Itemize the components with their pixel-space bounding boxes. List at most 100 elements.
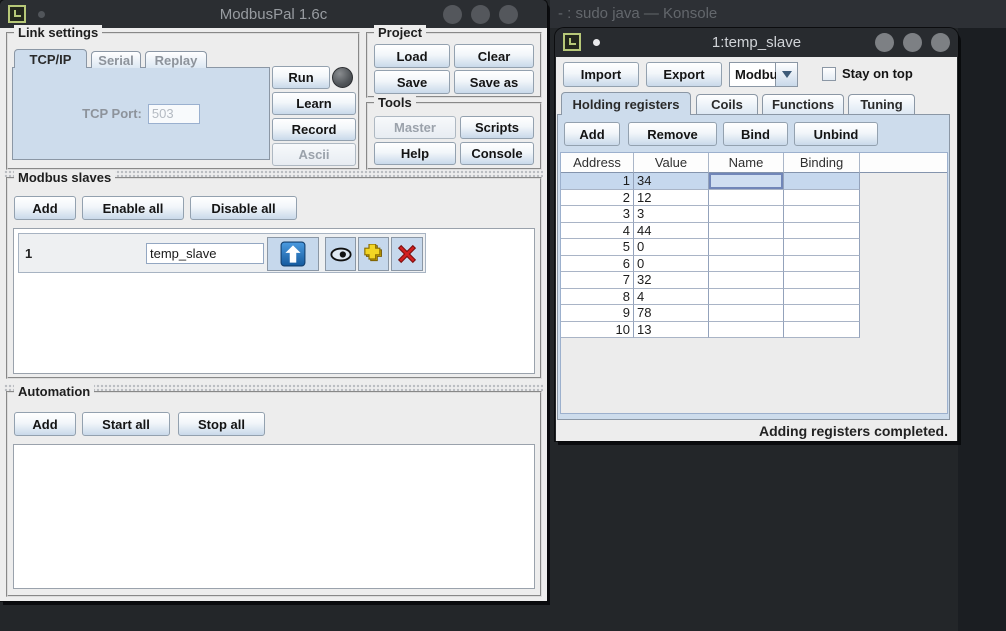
clear-button[interactable]: Clear bbox=[454, 44, 534, 68]
table-row[interactable]: 212 bbox=[561, 190, 947, 207]
help-button[interactable]: Help bbox=[374, 142, 456, 165]
register-table-scrollpane[interactable]: Address Value Name Binding 1342123344450… bbox=[560, 152, 948, 414]
tab-tcpip[interactable]: TCP/IP bbox=[14, 49, 87, 68]
slave-name-field[interactable] bbox=[146, 243, 264, 264]
cell-binding[interactable] bbox=[784, 305, 860, 322]
load-button[interactable]: Load bbox=[374, 44, 450, 68]
register-add-button[interactable]: Add bbox=[564, 122, 620, 146]
ascii-button[interactable]: Ascii bbox=[272, 143, 356, 166]
cell-value[interactable]: 3 bbox=[634, 206, 709, 223]
modbuspal-titlebar[interactable]: ModbusPal 1.6c bbox=[0, 0, 547, 28]
cell-value[interactable]: 78 bbox=[634, 305, 709, 322]
cell-binding[interactable] bbox=[784, 239, 860, 256]
cell-name[interactable] bbox=[709, 239, 784, 256]
window-button-close[interactable] bbox=[499, 5, 518, 24]
save-as-button[interactable]: Save as bbox=[454, 70, 534, 94]
automation-add-button[interactable]: Add bbox=[14, 412, 76, 436]
import-button[interactable]: Import bbox=[563, 62, 639, 87]
cell-value[interactable]: 0 bbox=[634, 256, 709, 273]
cell-name[interactable] bbox=[709, 256, 784, 273]
tab-functions[interactable]: Functions bbox=[762, 94, 844, 114]
table-row[interactable]: 444 bbox=[561, 223, 947, 240]
register-remove-button[interactable]: Remove bbox=[628, 122, 717, 146]
table-row[interactable]: 33 bbox=[561, 206, 947, 223]
tab-serial[interactable]: Serial bbox=[91, 51, 141, 68]
scripts-button[interactable]: Scripts bbox=[460, 116, 534, 139]
mode-combobox[interactable]: Modbus bbox=[729, 62, 776, 87]
column-header-address[interactable]: Address bbox=[561, 153, 634, 173]
cell-name[interactable] bbox=[709, 289, 784, 306]
cell-name[interactable] bbox=[709, 206, 784, 223]
window-button-maximize[interactable] bbox=[471, 5, 490, 24]
cell-binding[interactable] bbox=[784, 223, 860, 240]
table-row[interactable]: 732 bbox=[561, 272, 947, 289]
export-button[interactable]: Export bbox=[646, 62, 722, 87]
column-header-name[interactable]: Name bbox=[709, 153, 784, 173]
tab-coils[interactable]: Coils bbox=[696, 94, 758, 114]
save-button[interactable]: Save bbox=[374, 70, 450, 94]
table-row[interactable]: 60 bbox=[561, 256, 947, 273]
cell-value[interactable]: 32 bbox=[634, 272, 709, 289]
cell-name[interactable] bbox=[709, 190, 784, 207]
cell-address[interactable]: 6 bbox=[561, 256, 634, 273]
table-row[interactable]: 50 bbox=[561, 239, 947, 256]
slave-delete-button[interactable] bbox=[391, 237, 423, 271]
tab-holding-registers[interactable]: Holding registers bbox=[561, 92, 691, 115]
cell-binding[interactable] bbox=[784, 206, 860, 223]
table-row[interactable]: 1013 bbox=[561, 322, 947, 339]
cell-binding[interactable] bbox=[784, 190, 860, 207]
register-bind-button[interactable]: Bind bbox=[723, 122, 788, 146]
tab-replay[interactable]: Replay bbox=[145, 51, 207, 68]
cell-name[interactable] bbox=[709, 322, 784, 339]
slave-enabled-toggle[interactable] bbox=[267, 237, 319, 271]
cell-value[interactable]: 44 bbox=[634, 223, 709, 240]
slave-duplicate-button[interactable] bbox=[358, 237, 389, 271]
stay-on-top-checkbox[interactable] bbox=[822, 67, 836, 81]
cell-value[interactable]: 34 bbox=[634, 173, 709, 190]
cell-address[interactable]: 4 bbox=[561, 223, 634, 240]
run-button[interactable]: Run bbox=[272, 66, 330, 89]
cell-name[interactable] bbox=[709, 305, 784, 322]
register-table-header[interactable]: Address Value Name Binding bbox=[561, 153, 947, 173]
table-row[interactable]: 978 bbox=[561, 305, 947, 322]
table-row[interactable]: 84 bbox=[561, 289, 947, 306]
cell-address[interactable]: 3 bbox=[561, 206, 634, 223]
cell-binding[interactable] bbox=[784, 289, 860, 306]
table-row[interactable]: 134 bbox=[561, 173, 947, 190]
cell-binding[interactable] bbox=[784, 272, 860, 289]
cell-name[interactable] bbox=[709, 223, 784, 240]
master-button[interactable]: Master bbox=[374, 116, 456, 139]
start-all-button[interactable]: Start all bbox=[82, 412, 170, 436]
enable-all-button[interactable]: Enable all bbox=[82, 196, 184, 220]
register-unbind-button[interactable]: Unbind bbox=[794, 122, 878, 146]
window-button-minimize[interactable] bbox=[443, 5, 462, 24]
cell-name[interactable] bbox=[709, 272, 784, 289]
console-button[interactable]: Console bbox=[460, 142, 534, 165]
column-header-value[interactable]: Value bbox=[634, 153, 709, 173]
combobox-arrow-button[interactable] bbox=[776, 62, 798, 87]
cell-address[interactable]: 10 bbox=[561, 322, 634, 339]
cell-binding[interactable] bbox=[784, 256, 860, 273]
cell-address[interactable]: 7 bbox=[561, 272, 634, 289]
slave-row[interactable]: 1 bbox=[18, 233, 426, 273]
cell-value[interactable]: 12 bbox=[634, 190, 709, 207]
learn-button[interactable]: Learn bbox=[272, 92, 356, 115]
slave-window-close[interactable] bbox=[931, 33, 950, 52]
slave-add-button[interactable]: Add bbox=[14, 196, 76, 220]
cell-address[interactable]: 1 bbox=[561, 173, 634, 190]
column-header-binding[interactable]: Binding bbox=[784, 153, 860, 173]
disable-all-button[interactable]: Disable all bbox=[190, 196, 297, 220]
tab-tuning[interactable]: Tuning bbox=[848, 94, 915, 114]
slave-view-button[interactable] bbox=[325, 237, 356, 271]
record-button[interactable]: Record bbox=[272, 118, 356, 141]
stop-all-button[interactable]: Stop all bbox=[178, 412, 265, 436]
cell-value[interactable]: 4 bbox=[634, 289, 709, 306]
cell-address[interactable]: 2 bbox=[561, 190, 634, 207]
cell-value[interactable]: 0 bbox=[634, 239, 709, 256]
cell-address[interactable]: 5 bbox=[561, 239, 634, 256]
cell-binding[interactable] bbox=[784, 173, 860, 190]
cell-address[interactable]: 8 bbox=[561, 289, 634, 306]
slave-titlebar[interactable]: 1:temp_slave bbox=[555, 28, 958, 57]
slave-window-minimize[interactable] bbox=[875, 33, 894, 52]
cell-value[interactable]: 13 bbox=[634, 322, 709, 339]
